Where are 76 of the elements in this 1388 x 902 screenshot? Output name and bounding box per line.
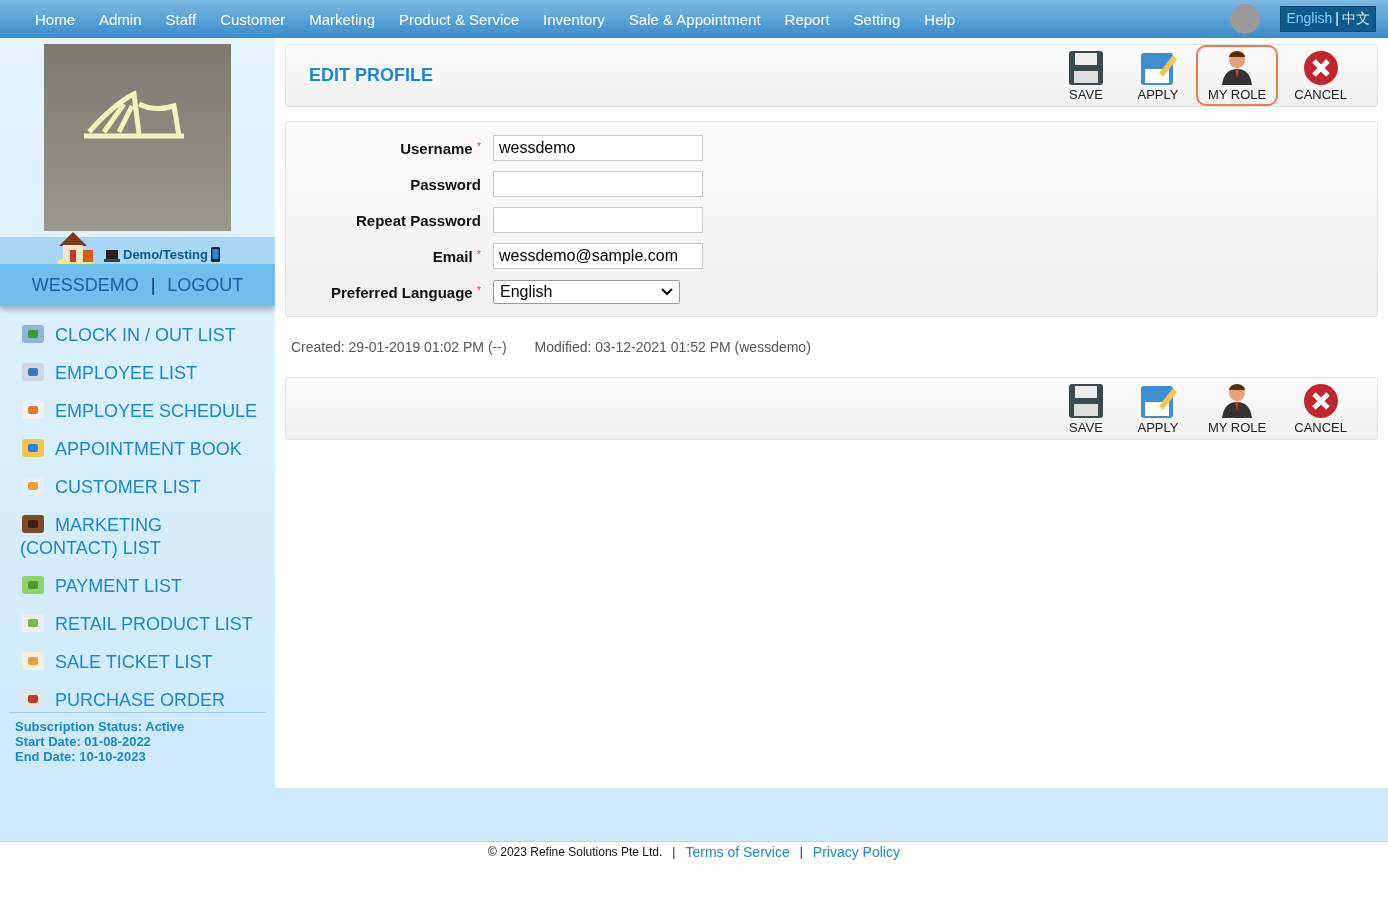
- save-button[interactable]: SAVE: [1051, 378, 1120, 439]
- environment-label: Demo/Testing: [123, 247, 208, 262]
- apply-button[interactable]: APPLY: [1123, 45, 1192, 106]
- language-option[interactable]: 中文: [1342, 10, 1370, 28]
- footer-link[interactable]: Terms of Service: [685, 844, 790, 860]
- required-mark: *: [476, 283, 481, 298]
- field-label: Username: [400, 139, 473, 157]
- input-field[interactable]: wessdemo@sample.com: [493, 243, 703, 269]
- separator: |: [150, 274, 156, 296]
- nav-menu-item[interactable]: Sale & Appointment: [616, 10, 773, 28]
- menu-item-icon: [20, 322, 46, 346]
- separator: |: [799, 845, 803, 859]
- menu-item-icon: [20, 573, 46, 597]
- sidebar-menu-link[interactable]: APPOINTMENT BOOK: [20, 436, 261, 461]
- sidebar-menu-link[interactable]: PAYMENT LIST: [20, 573, 261, 598]
- nav-menu-item[interactable]: Staff: [153, 10, 209, 28]
- nav-menu-item[interactable]: Product & Service: [387, 10, 532, 28]
- input-field[interactable]: [493, 207, 703, 233]
- menu-item-icon: [20, 611, 46, 635]
- field-label: Password: [410, 175, 481, 193]
- menu-item-icon: [20, 649, 46, 673]
- menu-item-icon: [20, 474, 46, 498]
- laptop-icon: [104, 250, 120, 262]
- field-label: Email: [432, 247, 473, 265]
- language-dropdown[interactable]: English: [493, 280, 680, 304]
- copyright-text: © 2023 Refine Solutions Pte Ltd.: [488, 845, 663, 859]
- logout-link[interactable]: LOGOUT: [167, 274, 244, 296]
- apply-button[interactable]: APPLY: [1123, 378, 1192, 439]
- nav-menu-item[interactable]: Inventory: [531, 10, 617, 28]
- separator: |: [672, 845, 676, 859]
- accounting-logo-icon[interactable]: [1230, 4, 1261, 34]
- created-info: Created: 29-01-2019 01:02 PM (--): [291, 339, 507, 355]
- nav-menu-item[interactable]: Setting: [841, 10, 913, 28]
- required-mark: *: [476, 139, 481, 154]
- chevron-down-icon: [661, 288, 673, 296]
- menu-item-icon: [20, 398, 46, 422]
- subscription-info: Start Date: 01-08-2022: [15, 734, 152, 749]
- menu-item-icon: [20, 512, 46, 536]
- cancel-button[interactable]: CANCEL: [1282, 378, 1359, 439]
- subscription-info: End Date: 10-10-2023: [15, 749, 147, 764]
- nav-menu-item[interactable]: Marketing: [297, 10, 388, 28]
- sidebar-menu-link[interactable]: EMPLOYEE LIST: [20, 360, 261, 385]
- separator: |: [1335, 10, 1339, 28]
- nav-menu-item[interactable]: Report: [772, 10, 842, 28]
- input-field[interactable]: wessdemo: [493, 135, 703, 161]
- language-option[interactable]: English: [1286, 10, 1333, 28]
- footer-link[interactable]: Privacy Policy: [812, 844, 900, 860]
- role-button[interactable]: MY ROLE: [1195, 45, 1279, 106]
- username-link[interactable]: WESSDEMO: [31, 274, 139, 296]
- nav-menu-item[interactable]: Help: [912, 10, 968, 28]
- nav-menu-item[interactable]: Admin: [87, 10, 154, 28]
- role-button[interactable]: MY ROLE: [1195, 378, 1279, 439]
- sidebar-menu-link[interactable]: CLOCK IN / OUT LIST: [20, 322, 261, 347]
- sidebar-menu-link[interactable]: PURCHASE ORDER: [20, 687, 261, 712]
- close-icon: [1301, 382, 1340, 420]
- phone-icon: [211, 247, 220, 262]
- field-label: Repeat Password: [355, 211, 481, 229]
- menu-item-icon: [20, 687, 46, 711]
- field-label: Preferred Language: [331, 283, 473, 301]
- save-button[interactable]: SAVE: [1051, 45, 1120, 106]
- page-title: EDIT PROFILE: [309, 65, 433, 86]
- sidebar-menu-link[interactable]: SALE TICKET LIST: [20, 649, 261, 674]
- required-mark: *: [476, 247, 481, 262]
- sidebar-menu-link[interactable]: EMPLOYEE SCHEDULE: [20, 398, 261, 423]
- menu-item-icon: [20, 436, 46, 460]
- cancel-button[interactable]: CANCEL: [1282, 45, 1359, 106]
- modified-info: Modified: 03-12-2021 01:52 PM (wessdemo): [534, 339, 811, 355]
- subscription-info: Subscription Status: Active: [15, 719, 186, 734]
- sidebar-menu-link[interactable]: CUSTOMER LIST: [20, 474, 261, 499]
- nav-menu-item[interactable]: Customer: [208, 10, 298, 28]
- input-field[interactable]: [493, 171, 703, 197]
- nav-menu-item[interactable]: Home: [23, 10, 87, 28]
- sidebar-menu-link[interactable]: RETAIL PRODUCT LIST: [20, 611, 261, 636]
- close-icon: [1301, 49, 1340, 87]
- menu-item-icon: [20, 360, 46, 384]
- sidebar-menu-link[interactable]: MARKETING (CONTACT) LIST: [20, 512, 261, 560]
